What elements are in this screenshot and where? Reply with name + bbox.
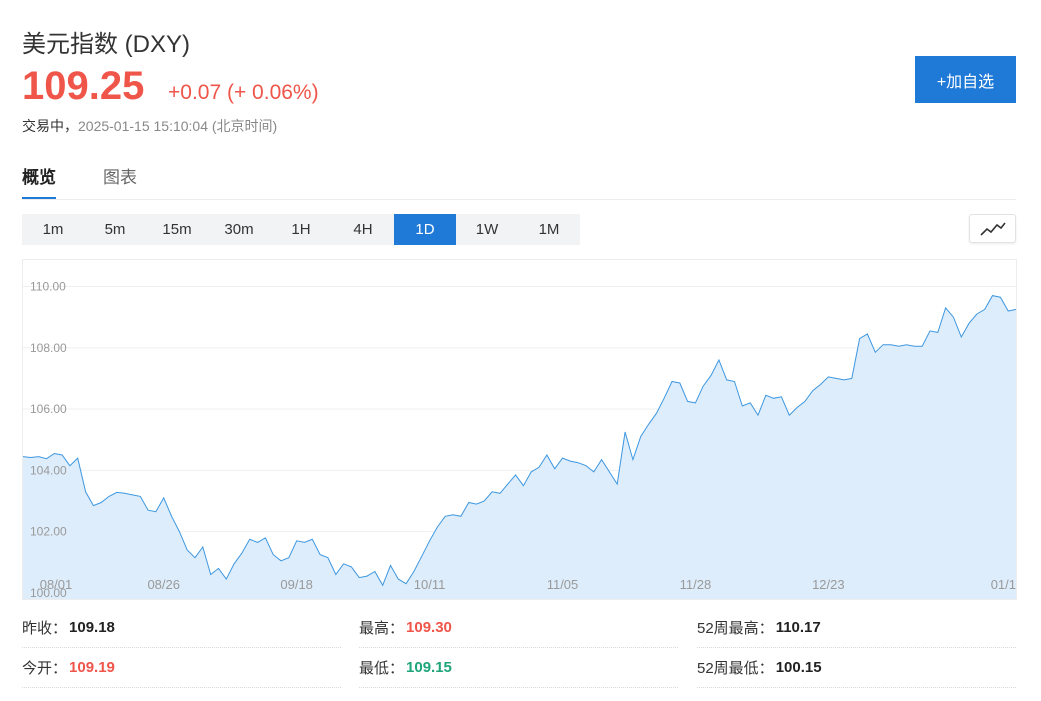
tab-chart[interactable]: 图表 xyxy=(103,163,137,199)
x-tick-label: 11/05 xyxy=(547,577,579,592)
trading-status: 交易中，2025-01-15 15:10:04 (北京时间) xyxy=(22,116,277,136)
price-change: +0.07 (+ 0.06%) xyxy=(168,81,319,104)
prev-close-label: 昨收： xyxy=(22,620,68,637)
high-label: 最高： xyxy=(359,620,405,637)
stat-52w-high: 52周最高： 110.17 xyxy=(697,608,1016,648)
y-tick-label: 102.00 xyxy=(30,525,67,539)
timestamp: 2025-01-15 15:10:04 (北京时间) xyxy=(78,118,278,134)
current-price: 109.25 xyxy=(22,64,145,108)
high52-value: 110.17 xyxy=(775,619,821,636)
low52-value: 100.15 xyxy=(775,659,822,676)
period-4h[interactable]: 4H xyxy=(332,214,394,245)
period-1w[interactable]: 1W xyxy=(456,214,518,245)
prev-close-value: 109.18 xyxy=(69,619,115,636)
stat-prev-close: 昨收： 109.18 xyxy=(22,608,341,648)
period-1m[interactable]: 1m xyxy=(22,214,84,245)
tab-overview[interactable]: 概览 xyxy=(22,163,56,199)
x-tick-label: 08/26 xyxy=(147,577,180,592)
x-tick-label: 08/01 xyxy=(40,577,73,592)
x-tick-label: 01/1 xyxy=(991,577,1016,592)
low-value: 109.15 xyxy=(406,659,452,676)
period-selector: 1m 5m 15m 30m 1H 4H 1D 1W 1M xyxy=(22,214,580,245)
x-tick-label: 09/18 xyxy=(280,577,313,592)
high-value: 109.30 xyxy=(406,619,452,636)
period-5m[interactable]: 5m xyxy=(84,214,146,245)
x-tick-label: 10/11 xyxy=(414,577,446,592)
line-chart-icon xyxy=(979,222,1006,236)
chart-type-toggle[interactable] xyxy=(969,214,1016,243)
page-title: 美元指数 (DXY) xyxy=(22,31,190,58)
stat-52w-low: 52周最低： 100.15 xyxy=(697,648,1016,688)
open-label: 今开： xyxy=(22,660,68,677)
add-watchlist-button[interactable]: +加自选 xyxy=(915,56,1016,103)
period-1mo[interactable]: 1M xyxy=(518,214,580,245)
period-1d[interactable]: 1D xyxy=(394,214,456,245)
period-15m[interactable]: 15m xyxy=(146,214,208,245)
x-tick-label: 12/23 xyxy=(812,577,845,592)
price-chart[interactable]: 100.00 102.00 104.00 106.00 108.00 110.00 08/0… xyxy=(22,259,1017,600)
high52-label: 52周最高： xyxy=(697,620,774,637)
trading-status-label: 交易中， xyxy=(22,118,78,134)
y-tick-label: 108.00 xyxy=(30,341,67,355)
tab-bar: 概览 图表 xyxy=(22,163,1016,200)
open-value: 109.19 xyxy=(69,659,115,676)
stat-open: 今开： 109.19 xyxy=(22,648,341,688)
period-1h[interactable]: 1H xyxy=(270,214,332,245)
y-tick-label: 104.00 xyxy=(30,463,67,477)
y-tick-label: 110.00 xyxy=(30,279,66,293)
price-area xyxy=(23,295,1016,599)
low-label: 最低： xyxy=(359,660,405,677)
y-tick-label: 106.00 xyxy=(30,402,67,416)
price-chart-svg: 100.00102.00104.00106.00108.00110.0008/0… xyxy=(23,279,1016,599)
low52-label: 52周最低： xyxy=(697,660,774,677)
x-tick-label: 11/28 xyxy=(680,577,712,592)
stat-high: 最高： 109.30 xyxy=(359,608,678,648)
period-30m[interactable]: 30m xyxy=(208,214,270,245)
stat-low: 最低： 109.15 xyxy=(359,648,678,688)
